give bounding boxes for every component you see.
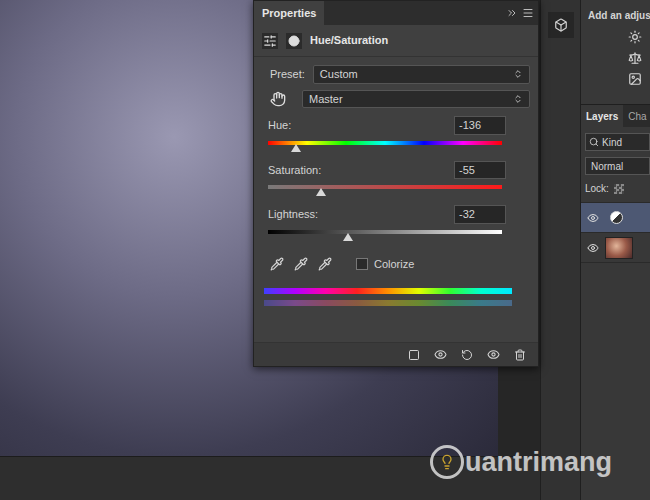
slider-thumb[interactable] bbox=[316, 188, 326, 196]
layer-row[interactable] bbox=[581, 233, 650, 263]
tools-row: Colorize bbox=[262, 256, 530, 273]
lock-transparency-icon[interactable] bbox=[614, 184, 624, 194]
slider-label: Lightness: bbox=[268, 206, 318, 223]
panel-header-controls bbox=[506, 7, 534, 19]
reset-icon[interactable] bbox=[461, 349, 473, 361]
layers-list bbox=[581, 202, 650, 263]
adjustment-icons-row bbox=[588, 72, 650, 86]
lock-row: Lock: bbox=[585, 181, 650, 196]
watermark-logo-icon bbox=[430, 445, 464, 479]
brightness-icon[interactable] bbox=[628, 30, 642, 44]
channel-dropdown[interactable]: Master bbox=[302, 90, 530, 109]
layers-tab[interactable]: Layers bbox=[581, 105, 623, 127]
slider[interactable] bbox=[268, 228, 502, 242]
photoshop-window: Properties Hue/Saturation Preset: Custom Mas… bbox=[0, 0, 650, 500]
panel-footer bbox=[254, 342, 538, 366]
slider-track bbox=[268, 141, 502, 145]
delete-icon[interactable] bbox=[514, 349, 526, 361]
clip-to-layer-icon[interactable] bbox=[408, 349, 420, 361]
adjustments-panel: Add an adjus bbox=[581, 0, 650, 104]
toggle-visibility-icon[interactable] bbox=[487, 348, 500, 361]
channel-row: Master bbox=[262, 90, 530, 109]
view-previous-icon[interactable] bbox=[434, 348, 447, 361]
layers-tabs: LayersCha bbox=[581, 105, 650, 127]
slider-track bbox=[268, 230, 502, 234]
slider-thumb[interactable] bbox=[343, 233, 353, 241]
adjustments-title: Add an adjus bbox=[588, 8, 650, 23]
panel-dock-column bbox=[540, 0, 580, 500]
slider[interactable] bbox=[268, 139, 502, 153]
collapse-icon[interactable] bbox=[506, 7, 518, 19]
image-layer-thumbnail bbox=[605, 237, 633, 259]
slider[interactable] bbox=[268, 183, 502, 197]
eyedropper-icon[interactable] bbox=[270, 257, 284, 271]
output-spectrum-bar bbox=[264, 300, 512, 306]
kind-filter[interactable]: Kind bbox=[585, 133, 650, 151]
balance-icon[interactable] bbox=[628, 51, 642, 65]
lock-label: Lock: bbox=[585, 181, 609, 196]
workspace: Properties Hue/Saturation Preset: Custom Mas… bbox=[0, 0, 540, 500]
properties-dock-button[interactable] bbox=[548, 12, 574, 38]
targeted-adjustment-icon[interactable] bbox=[270, 91, 286, 107]
eyedropper-add-icon[interactable] bbox=[294, 257, 308, 271]
eyedropper-subtract-icon[interactable] bbox=[318, 257, 332, 271]
slider-thumb[interactable] bbox=[291, 144, 301, 152]
watermark: uantrimang bbox=[430, 445, 612, 479]
slider-value-field[interactable]: -136 bbox=[454, 116, 506, 135]
layers-panel: LayersCha Kind Normal Lock: bbox=[581, 104, 650, 500]
adjustment-icon[interactable] bbox=[262, 33, 278, 49]
blend-mode-dropdown[interactable]: Normal bbox=[585, 157, 650, 175]
color-bars bbox=[262, 288, 514, 306]
photo-filter-icon[interactable] bbox=[628, 72, 642, 86]
slider-track bbox=[268, 185, 502, 189]
colorize-label: Colorize bbox=[374, 256, 414, 273]
slider-value-field[interactable]: -32 bbox=[454, 205, 506, 224]
adjustment-header: Hue/Saturation bbox=[254, 25, 538, 57]
mask-icon[interactable] bbox=[286, 33, 302, 49]
properties-body: Preset: Custom Master Hue: -136 Saturation: -5… bbox=[254, 57, 538, 306]
adjustment-icons-row bbox=[588, 51, 650, 65]
slider-label: Saturation: bbox=[268, 162, 321, 179]
preset-row: Preset: Custom bbox=[262, 65, 530, 84]
colorize-checkbox[interactable] bbox=[356, 258, 368, 270]
visibility-icon[interactable] bbox=[587, 242, 599, 254]
bottom-strip bbox=[0, 456, 540, 500]
right-panels: Add an adjus LayersCha Kind Normal Lock: bbox=[580, 0, 650, 500]
search-icon bbox=[589, 137, 599, 147]
dropdown-arrow-icon bbox=[513, 69, 523, 79]
panel-menu-icon[interactable] bbox=[522, 7, 534, 19]
panel-header: Properties bbox=[254, 1, 538, 25]
visibility-icon[interactable] bbox=[587, 212, 599, 224]
slider-value-field[interactable]: -55 bbox=[454, 161, 506, 180]
preset-label: Preset: bbox=[270, 66, 305, 83]
slider-row: Hue: -136 bbox=[262, 116, 530, 153]
preset-dropdown[interactable]: Custom bbox=[313, 65, 530, 84]
cube-icon bbox=[554, 18, 568, 32]
layers-tab[interactable]: Cha bbox=[623, 105, 650, 127]
layer-row[interactable] bbox=[581, 203, 650, 233]
watermark-text: uantrimang bbox=[465, 449, 612, 476]
slider-row: Lightness: -32 bbox=[262, 205, 530, 242]
properties-panel: Properties Hue/Saturation Preset: Custom Mas… bbox=[253, 0, 539, 367]
adjustment-title: Hue/Saturation bbox=[310, 32, 388, 49]
colorize-option: Colorize bbox=[356, 256, 414, 273]
slider-row: Saturation: -55 bbox=[262, 161, 530, 198]
adjustment-layer-thumbnail bbox=[605, 207, 627, 229]
dropdown-arrow-icon bbox=[513, 94, 523, 104]
input-spectrum-bar bbox=[264, 288, 512, 294]
slider-label: Hue: bbox=[268, 117, 291, 134]
adjustment-icons-row bbox=[588, 30, 650, 44]
properties-tab[interactable]: Properties bbox=[254, 1, 324, 25]
